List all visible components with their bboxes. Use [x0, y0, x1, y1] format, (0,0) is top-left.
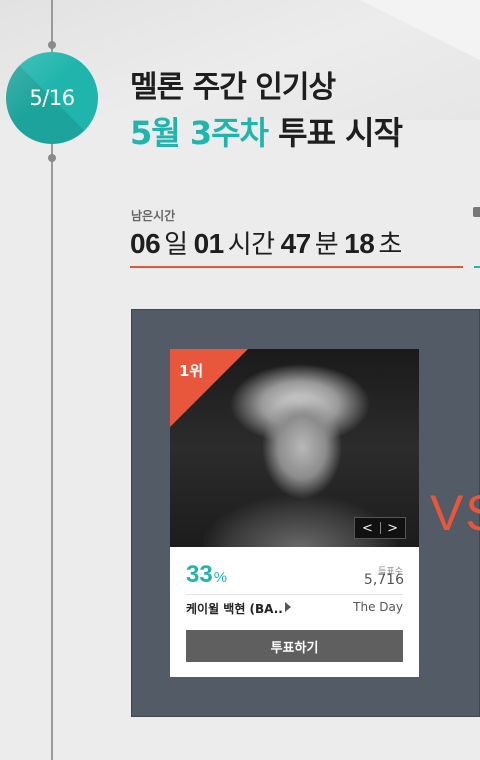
date-badge-text: 5/16	[29, 86, 75, 110]
event-week: 5월 3주차	[130, 114, 269, 152]
artist-name-link[interactable]: 케이윌 백현 (BA..	[186, 600, 283, 617]
candidate-card: 1위 < > 33% 득표수 5,716 케이윌 백현 (BA.. The Da…	[170, 349, 419, 677]
vote-percent-unit: %	[213, 569, 228, 586]
vote-percent: 33%	[186, 561, 227, 589]
countdown-days: 06	[130, 228, 161, 259]
timeline-dot-top	[48, 41, 56, 49]
date-badge: 5/16	[6, 52, 98, 144]
countdown-underline	[130, 266, 463, 268]
photo-nav-separator	[379, 522, 381, 534]
votes-count: 5,716	[363, 572, 404, 588]
remaining-time-label: 남은시간	[131, 209, 176, 223]
countdown-timer: 06 일 01 시간 47 분 18 초	[130, 224, 408, 261]
timeline-dot-bottom	[48, 154, 56, 162]
artist-photo: 1위 < >	[170, 349, 419, 547]
vote-percent-value: 33	[186, 561, 213, 588]
header-background-accent	[360, 0, 480, 60]
countdown-hours: 01	[193, 228, 225, 259]
prev-photo-button[interactable]: <	[362, 521, 373, 536]
countdown-days-unit: 일	[164, 230, 188, 260]
next-panel-underline	[474, 266, 480, 268]
countdown-hours-unit: 시간	[227, 230, 275, 260]
rank-label: 1위	[179, 362, 204, 380]
event-title: 멜론 주간 인기상	[130, 70, 336, 105]
card-divider	[186, 594, 403, 595]
event-subtitle: 5월 3주차 투표 시작	[130, 108, 403, 154]
next-photo-button[interactable]: >	[387, 521, 398, 536]
countdown-minutes: 47	[280, 228, 312, 259]
vote-button[interactable]: 투표하기	[186, 630, 403, 662]
song-title: The Day	[353, 600, 403, 614]
next-panel-edge	[473, 207, 480, 217]
event-subtitle-rest: 투표 시작	[268, 114, 403, 152]
play-arrow-icon[interactable]	[285, 602, 291, 612]
vs-label: VS	[430, 485, 480, 541]
countdown-seconds-unit: 초	[378, 230, 402, 260]
countdown-seconds: 18	[344, 228, 375, 259]
photo-nav: < >	[354, 517, 406, 539]
countdown-minutes-unit: 분	[314, 230, 339, 260]
